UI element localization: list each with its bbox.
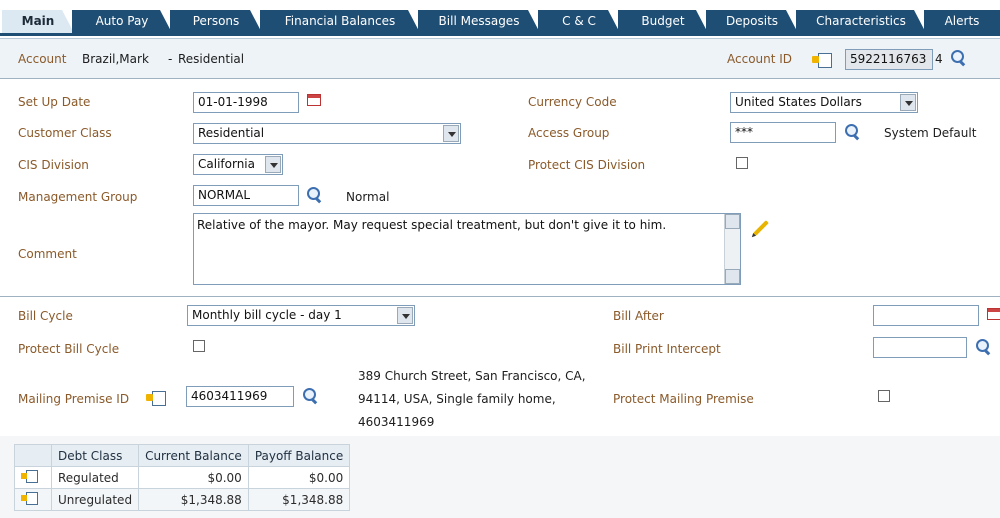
tab-financial-balances[interactable]: Financial Balances (260, 10, 420, 33)
cis-division-select[interactable]: California (193, 154, 283, 175)
bill-cycle-label: Bill Cycle (18, 309, 73, 323)
tab-persons[interactable]: Persons (170, 10, 262, 33)
setup-date-field[interactable]: 01-01-1998 (193, 92, 299, 113)
debt-class-balances-table: Debt Class Current Balance Payoff Balanc… (14, 444, 351, 511)
account-name: Brazil,Mark (82, 52, 149, 66)
account-search-icon[interactable] (950, 49, 968, 67)
table-header-payoff-balance: Payoff Balance (247, 444, 351, 467)
tab-c-and-c[interactable]: C & C (538, 10, 620, 33)
section-divider (0, 296, 1000, 297)
tab-budget[interactable]: Budget (618, 10, 708, 33)
cis-division-value: California (198, 157, 255, 171)
account-id-field[interactable]: 5922116763 (845, 49, 933, 70)
tab-deposits[interactable]: Deposits (706, 10, 798, 33)
access-group-field[interactable]: *** (730, 122, 836, 143)
protect-cis-division-checkbox[interactable] (736, 157, 748, 169)
tab-bill-messages[interactable]: Bill Messages (418, 10, 540, 33)
payoff-balance-cell: $0.00 (247, 466, 351, 489)
protect-bill-cycle-checkbox[interactable] (193, 340, 205, 352)
chevron-down-icon[interactable] (443, 125, 459, 142)
cis-division-label: CIS Division (18, 158, 89, 172)
pencil-icon[interactable] (753, 220, 769, 236)
calendar-icon[interactable] (307, 94, 321, 106)
chevron-down-icon[interactable] (397, 307, 413, 324)
customer-class-label: Customer Class (18, 126, 112, 140)
row-icon-cell (14, 466, 52, 489)
currency-code-label: Currency Code (528, 95, 617, 109)
context-menu-icon[interactable] (146, 390, 166, 406)
table-header-row: Debt Class Current Balance Payoff Balanc… (14, 444, 351, 467)
protect-mailing-premise-checkbox[interactable] (878, 390, 890, 402)
currency-code-select[interactable]: United States Dollars (730, 92, 918, 113)
bill-cycle-value: Monthly bill cycle - day 1 (192, 308, 342, 322)
bill-print-intercept-search-icon[interactable] (975, 338, 993, 356)
current-balance-cell: $1,348.88 (138, 488, 249, 511)
account-id-label: Account ID (727, 52, 793, 66)
tab-main[interactable]: Main (2, 10, 74, 33)
scroll-down-button[interactable] (725, 269, 740, 284)
customer-class-value: Residential (198, 126, 265, 140)
payoff-balance-cell: $1,348.88 (247, 488, 351, 511)
setup-date-label: Set Up Date (18, 95, 91, 109)
table-row: Unregulated $1,348.88 $1,348.88 (14, 488, 351, 511)
account-separator: - (168, 52, 173, 66)
context-menu-icon[interactable] (812, 52, 832, 68)
mailing-premise-search-icon[interactable] (302, 387, 320, 405)
tab-auto-pay[interactable]: Auto Pay (72, 10, 172, 33)
premise-address-line3: 4603411969 (358, 415, 435, 429)
currency-code-value: United States Dollars (735, 95, 862, 109)
protect-bill-cycle-label: Protect Bill Cycle (18, 342, 120, 356)
bill-after-label: Bill After (613, 309, 664, 323)
management-group-field[interactable]: NORMAL (193, 185, 299, 206)
protect-cis-division-label: Protect CIS Division (528, 158, 646, 172)
management-group-description: Normal (346, 190, 390, 204)
debt-class-cell: Regulated (50, 466, 140, 489)
tab-underline (0, 33, 1000, 36)
tab-alerts[interactable]: Alerts (924, 10, 1000, 33)
account-type: Residential (178, 52, 245, 66)
chevron-down-icon[interactable] (900, 94, 916, 111)
comment-textarea[interactable]: Relative of the mayor. May request speci… (193, 213, 741, 285)
table-header-debt-class: Debt Class (50, 444, 140, 467)
tab-bar: Main Auto Pay Persons Financial Balances… (0, 0, 1000, 33)
context-menu-icon[interactable] (21, 492, 38, 505)
bill-after-field[interactable] (873, 305, 979, 326)
customer-class-select[interactable]: Residential (193, 123, 461, 144)
comment-scrollbar[interactable] (724, 214, 740, 284)
row-icon-cell (14, 488, 52, 511)
current-balance-cell: $0.00 (138, 466, 249, 489)
debt-class-cell: Unregulated (50, 488, 140, 511)
scroll-up-button[interactable] (725, 214, 740, 229)
table-header-icon (14, 444, 52, 467)
account-check-digit: 4 (935, 52, 943, 66)
bill-cycle-select[interactable]: Monthly bill cycle - day 1 (187, 305, 415, 326)
table-header-current-balance: Current Balance (138, 444, 249, 467)
bill-print-intercept-label: Bill Print Intercept (613, 342, 721, 356)
access-group-label: Access Group (528, 126, 610, 140)
comment-label: Comment (18, 247, 77, 261)
management-group-search-icon[interactable] (306, 186, 324, 204)
tab-characteristics[interactable]: Characteristics (796, 10, 926, 33)
premise-address-line1: 389 Church Street, San Francisco, CA, (358, 369, 586, 383)
access-group-description: System Default (884, 126, 977, 140)
context-menu-icon[interactable] (21, 470, 38, 483)
premise-address-line2: 94114, USA, Single family home, (358, 392, 556, 406)
table-row: Regulated $0.00 $0.00 (14, 466, 351, 489)
access-group-search-icon[interactable] (844, 123, 862, 141)
calendar-icon[interactable] (987, 308, 1000, 320)
mailing-premise-label: Mailing Premise ID (18, 392, 130, 406)
bill-print-intercept-field[interactable] (873, 337, 967, 358)
protect-mailing-premise-label: Protect Mailing Premise (613, 392, 754, 406)
comment-text: Relative of the mayor. May request speci… (197, 218, 667, 232)
mailing-premise-field[interactable]: 4603411969 (186, 386, 294, 407)
account-label: Account (18, 52, 67, 66)
chevron-down-icon[interactable] (265, 156, 281, 173)
management-group-label: Management Group (18, 190, 138, 204)
